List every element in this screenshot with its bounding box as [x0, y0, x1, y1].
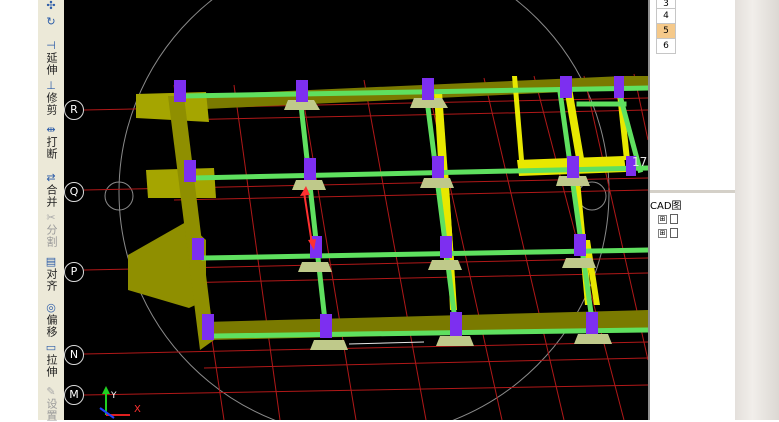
move-tool-button[interactable]: ✣ — [38, 0, 64, 12]
model-drawing[interactable]: Y X — [64, 0, 648, 420]
floor-row-3[interactable]: 3 — [656, 0, 676, 9]
stretch-label: 拉伸 — [45, 354, 58, 378]
split-label: 分割 — [45, 224, 58, 248]
cad-layer-tab[interactable]: CAD图 — [650, 197, 682, 212]
settings-label: 设置 — [45, 398, 58, 422]
align-label: 对齐 — [45, 268, 58, 292]
right-panel: 3 4 5 6 CAD图 ⊞ ⊞ — [648, 0, 737, 420]
panel-splitter[interactable] — [650, 190, 737, 193]
left-toolbar: ✣ ↻ ⊣ 延伸 ⊥ 修剪 ⇹ 打断 ⇄ 合并 ✂ 分割 ▤ 对齐 ◎ 偏移 ▭… — [38, 0, 65, 422]
offset-icon: ◎ — [46, 301, 56, 314]
rotate-tool-button[interactable]: ↻ — [38, 16, 64, 28]
extend-label: 延伸 — [45, 52, 58, 76]
ucs-x-label: X — [134, 404, 141, 415]
settings-icon: ✎ — [46, 385, 56, 398]
offset-label: 偏移 — [45, 314, 58, 338]
floor-row-4[interactable]: 4 — [656, 9, 676, 24]
extend-tool-button[interactable]: ⊣ 延伸 — [38, 39, 64, 77]
expand-icon[interactable]: ⊞ — [658, 228, 667, 238]
tree-node-1[interactable]: ⊞ — [658, 214, 678, 225]
beams — [181, 85, 648, 339]
split-tool-button[interactable]: ✂ 分割 — [38, 211, 64, 249]
stretch-tool-button[interactable]: ▭ 拉伸 — [38, 341, 64, 379]
axis-bubble-p: P — [64, 262, 84, 282]
trim-label: 修剪 — [45, 92, 58, 116]
join-label: 合并 — [45, 184, 58, 208]
join-tool-button[interactable]: ⇄ 合并 — [38, 171, 64, 209]
ucs-y-label: Y — [110, 391, 117, 401]
wall-vertical — [168, 96, 214, 350]
axis-bubble-m: M — [64, 385, 84, 405]
align-icon: ▤ — [45, 255, 57, 268]
offset-tool-button[interactable]: ◎ 偏移 — [38, 301, 64, 339]
window-edge-strip — [735, 0, 779, 420]
stretch-icon: ▭ — [45, 341, 57, 354]
floor-list: 3 4 5 6 — [656, 0, 676, 54]
floor-row-6[interactable]: 6 — [656, 39, 676, 54]
extend-icon: ⊣ — [46, 39, 56, 52]
floor-row-5[interactable]: 5 — [656, 24, 676, 39]
model-viewport[interactable]: Y X R Q P N M 17 — [64, 0, 648, 420]
checkbox-icon[interactable] — [670, 228, 678, 238]
settings-tool-button[interactable]: ✎ 设置 — [38, 386, 64, 422]
axis-bubble-r: R — [64, 100, 84, 120]
axis-bubble-n: N — [64, 345, 84, 365]
dimension-label: 17 — [632, 155, 648, 169]
trim-icon: ⊥ — [46, 79, 56, 92]
split-icon: ✂ — [46, 211, 56, 224]
break-icon: ⇹ — [46, 123, 56, 136]
break-label: 打断 — [45, 136, 58, 160]
move-icon: ✣ — [46, 0, 56, 12]
expand-icon[interactable]: ⊞ — [658, 214, 667, 224]
join-icon: ⇄ — [46, 171, 56, 184]
align-tool-button[interactable]: ▤ 对齐 — [38, 255, 64, 293]
axis-bubble-q: Q — [64, 182, 84, 202]
tree-node-2[interactable]: ⊞ — [658, 228, 678, 239]
break-tool-button[interactable]: ⇹ 打断 — [38, 123, 64, 161]
checkbox-icon[interactable] — [670, 214, 678, 224]
rotate-icon: ↻ — [46, 15, 56, 28]
trim-tool-button[interactable]: ⊥ 修剪 — [38, 79, 64, 117]
dimension-line — [348, 341, 425, 345]
